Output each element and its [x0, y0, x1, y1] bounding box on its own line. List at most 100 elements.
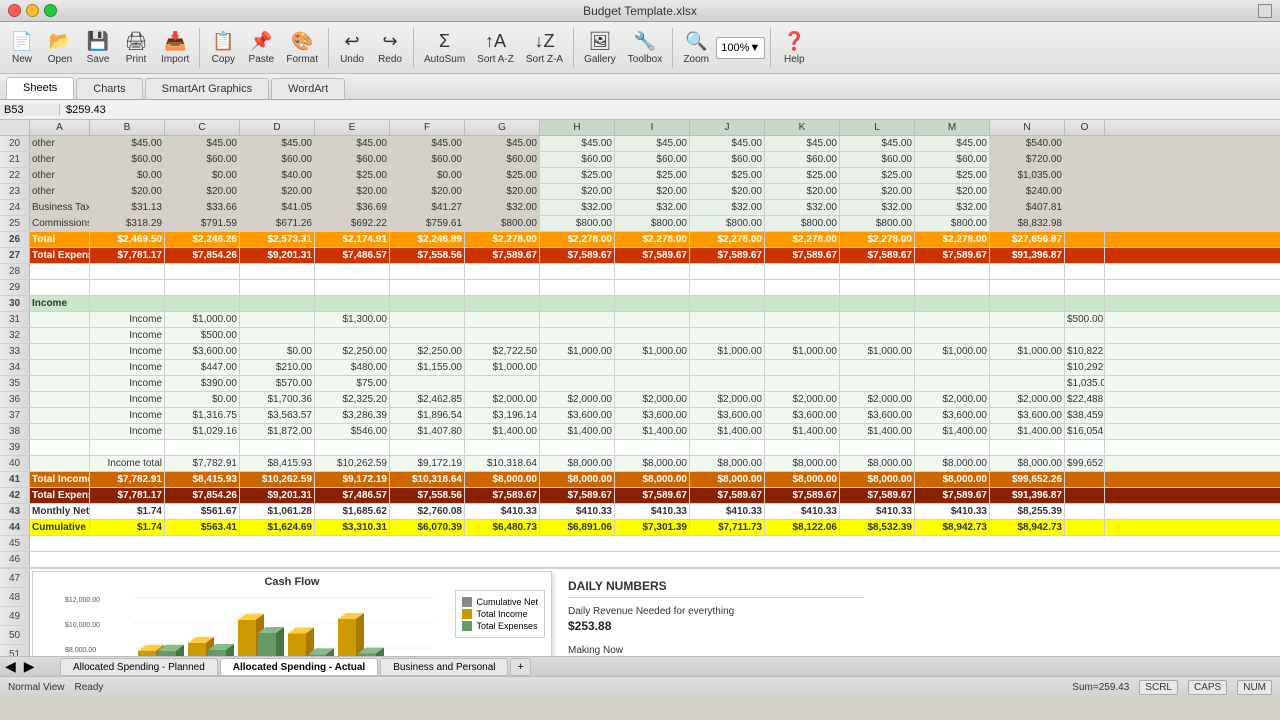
cell[interactable]: $210.00 — [240, 360, 315, 375]
cell[interactable]: $7,782.91 — [165, 456, 240, 471]
cell[interactable]: $32.00 — [540, 200, 615, 215]
cell[interactable]: $20.00 — [90, 184, 165, 199]
cell[interactable]: $3,563.57 — [240, 408, 315, 423]
cell[interactable]: $1,400.00 — [765, 424, 840, 439]
cell[interactable]: Cumulative Net — [30, 520, 90, 535]
table-row[interactable]: 24Business Taxes$31.13$33.66$41.05$36.69… — [0, 200, 1280, 216]
cell[interactable] — [390, 280, 465, 295]
cell[interactable] — [30, 328, 90, 343]
cell[interactable]: $7,589.67 — [465, 248, 540, 263]
cell[interactable]: $8,122.06 — [765, 520, 840, 535]
cell[interactable] — [615, 360, 690, 375]
cell[interactable]: $410.33 — [615, 504, 690, 519]
cell[interactable]: $0.00 — [90, 168, 165, 183]
cell[interactable]: $8,000.00 — [615, 472, 690, 487]
cell[interactable]: $318.29 — [90, 216, 165, 231]
cell[interactable]: $41.27 — [390, 200, 465, 215]
cell[interactable]: $791.59 — [165, 216, 240, 231]
cell[interactable]: $20.00 — [390, 184, 465, 199]
gallery-button[interactable]: 🖼 Gallery — [579, 24, 621, 72]
cell[interactable]: $720.00 — [990, 152, 1065, 167]
cell[interactable]: $0.00 — [240, 344, 315, 359]
cell[interactable]: $7,589.67 — [465, 488, 540, 503]
cell[interactable]: $8,832.98 — [990, 216, 1065, 231]
cell[interactable]: $1,000.00 — [840, 344, 915, 359]
undo-button[interactable]: ↩ Undo — [334, 24, 370, 72]
cell[interactable] — [540, 376, 615, 391]
cell[interactable] — [765, 328, 840, 343]
cell[interactable] — [315, 440, 390, 455]
cell[interactable] — [990, 440, 1065, 455]
cell[interactable] — [1065, 264, 1105, 279]
cell[interactable] — [1065, 280, 1105, 295]
cell[interactable]: $671.26 — [240, 216, 315, 231]
cell[interactable]: $8,000.00 — [840, 472, 915, 487]
zoom-control[interactable]: 100% ▼ — [716, 37, 765, 59]
cell[interactable]: $540.00 — [990, 136, 1065, 151]
cell[interactable]: $1,700.36 — [240, 392, 315, 407]
print-button[interactable]: 🖨 Print — [118, 24, 154, 72]
cell[interactable]: $3,600.00 — [165, 344, 240, 359]
cell[interactable]: $1,000.00 — [990, 344, 1065, 359]
cell[interactable] — [240, 328, 315, 343]
cell[interactable]: $45.00 — [540, 136, 615, 151]
cell[interactable]: $10,318.64 — [465, 456, 540, 471]
cell[interactable]: $8,000.00 — [690, 456, 765, 471]
cell[interactable]: $7,589.67 — [540, 248, 615, 263]
cell[interactable]: other — [30, 136, 90, 151]
cell[interactable]: $7,589.67 — [615, 248, 690, 263]
cell[interactable]: $6,070.39 — [390, 520, 465, 535]
cell[interactable]: $45.00 — [840, 136, 915, 151]
cell[interactable]: $45.00 — [315, 136, 390, 151]
cell[interactable] — [1065, 232, 1105, 247]
cell[interactable] — [1065, 440, 1105, 455]
cell[interactable] — [465, 280, 540, 295]
cell[interactable]: Income — [90, 312, 165, 327]
cell[interactable] — [990, 296, 1065, 311]
save-button[interactable]: 💾 Save — [80, 24, 116, 72]
cell[interactable]: $2,278.00 — [690, 232, 765, 247]
cell[interactable]: $45.00 — [615, 136, 690, 151]
cell[interactable]: $1,400.00 — [615, 424, 690, 439]
cell[interactable]: $20.00 — [690, 184, 765, 199]
cell[interactable]: $1,624.69 — [240, 520, 315, 535]
table-row[interactable]: 38Income$1,029.16$1,872.00$546.00$1,407.… — [0, 424, 1280, 440]
cell[interactable]: $1,000.00 — [690, 344, 765, 359]
cell[interactable]: $390.00 — [165, 376, 240, 391]
cell[interactable] — [90, 440, 165, 455]
cell[interactable] — [30, 280, 90, 295]
cell[interactable]: $7,854.26 — [165, 488, 240, 503]
cell[interactable]: $32.00 — [690, 200, 765, 215]
cell[interactable]: $45.00 — [240, 136, 315, 151]
cell[interactable]: $2,278.00 — [465, 232, 540, 247]
cell[interactable]: $546.00 — [315, 424, 390, 439]
cell[interactable]: $1,029.16 — [165, 424, 240, 439]
cell[interactable]: $3,286.39 — [315, 408, 390, 423]
cell[interactable]: $8,532.39 — [840, 520, 915, 535]
cell[interactable]: $20.00 — [915, 184, 990, 199]
cell[interactable] — [540, 440, 615, 455]
cell[interactable]: $91,396.87 — [990, 488, 1065, 503]
cell[interactable]: $570.00 — [240, 376, 315, 391]
cell[interactable]: $1,000.00 — [615, 344, 690, 359]
cell[interactable]: $32.00 — [765, 200, 840, 215]
cell[interactable]: $60.00 — [540, 152, 615, 167]
cell[interactable] — [615, 312, 690, 327]
cell[interactable]: $1,000.00 — [465, 360, 540, 375]
cell[interactable]: $3,600.00 — [915, 408, 990, 423]
cell[interactable]: $8,000.00 — [915, 472, 990, 487]
cell[interactable] — [840, 264, 915, 279]
cell[interactable] — [1065, 296, 1105, 311]
cell[interactable]: $45.00 — [90, 136, 165, 151]
cell[interactable]: $410.33 — [465, 504, 540, 519]
cell[interactable] — [915, 360, 990, 375]
cell[interactable] — [990, 312, 1065, 327]
cell[interactable]: $480.00 — [315, 360, 390, 375]
cell[interactable]: $800.00 — [765, 216, 840, 231]
cell[interactable]: $1,316.75 — [165, 408, 240, 423]
cell[interactable]: $0.00 — [165, 392, 240, 407]
cell[interactable] — [30, 344, 90, 359]
cell[interactable]: $7,558.56 — [390, 248, 465, 263]
cell[interactable]: $32.00 — [840, 200, 915, 215]
cell[interactable] — [540, 360, 615, 375]
